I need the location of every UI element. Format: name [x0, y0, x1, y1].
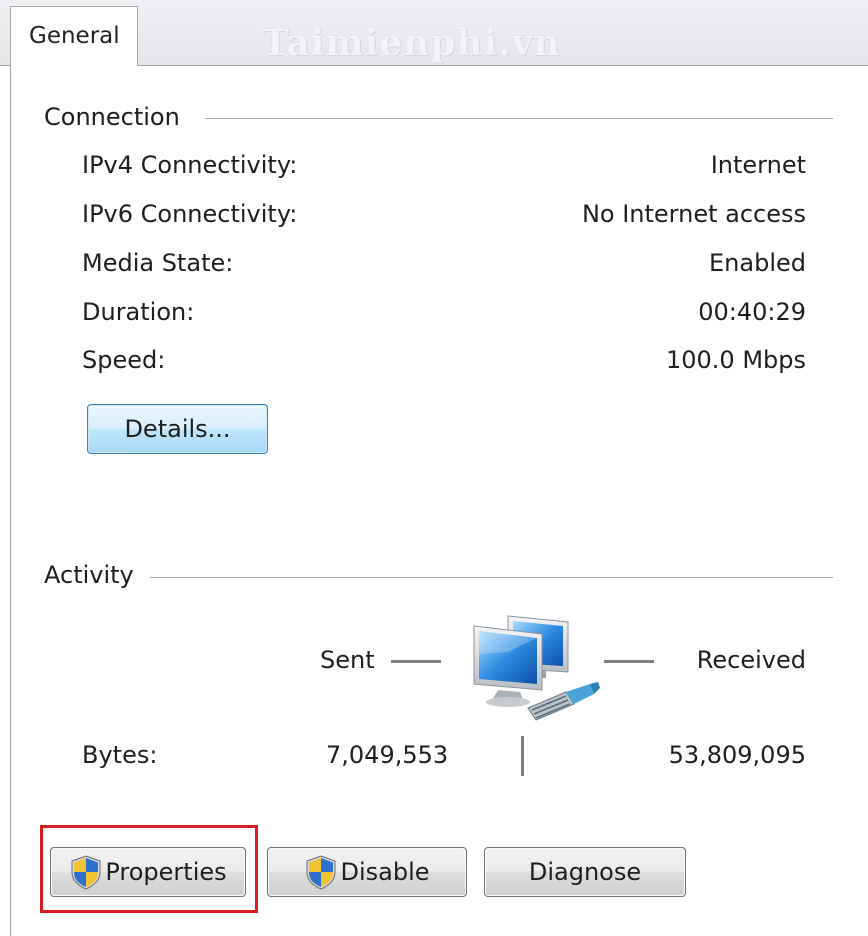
ipv6-connectivity-value: No Internet access [581, 200, 806, 228]
watermark: Taimienphi.vn [262, 22, 561, 64]
sent-line [391, 660, 441, 663]
tab-general[interactable]: General [10, 6, 138, 66]
activity-divider [150, 577, 833, 578]
bytes-sent-value: 7,049,553 [326, 741, 449, 769]
diagnose-button-label: Diagnose [528, 858, 642, 886]
bytes-divider [521, 736, 524, 776]
details-button[interactable]: Details... [87, 404, 268, 454]
received-line [604, 660, 654, 663]
network-computers-icon [473, 615, 600, 721]
uac-shield-icon [306, 855, 336, 890]
tab-border-left [0, 65, 10, 66]
speed-value: 100.0 Mbps [665, 346, 806, 374]
disable-button-label: Disable [340, 858, 430, 886]
general-panel [10, 66, 868, 936]
duration-value: 00:40:29 [698, 298, 806, 326]
diagnose-button[interactable]: Diagnose [484, 847, 686, 897]
activity-section-title: Activity [44, 561, 134, 589]
tab-general-label: General [29, 23, 120, 49]
media-state-value: Enabled [709, 249, 806, 277]
ipv6-connectivity-label: IPv6 Connectivity: [82, 200, 298, 228]
bytes-label: Bytes: [82, 741, 158, 769]
bytes-received-value: 53,809,095 [668, 741, 806, 769]
properties-highlight-box [40, 825, 258, 913]
ipv4-connectivity-value: Internet [710, 151, 806, 179]
disable-button[interactable]: Disable [267, 847, 467, 897]
connection-section-title: Connection [44, 103, 180, 131]
ipv4-connectivity-label: IPv4 Connectivity: [82, 151, 298, 179]
details-button-label: Details... [124, 415, 231, 443]
duration-label: Duration: [82, 298, 195, 326]
tab-strip: Taimienphi.vn General [0, 0, 868, 66]
speed-label: Speed: [82, 346, 166, 374]
sent-label: Sent [320, 646, 375, 674]
connection-divider [205, 118, 833, 119]
received-label: Received [696, 646, 806, 674]
media-state-label: Media State: [82, 249, 234, 277]
